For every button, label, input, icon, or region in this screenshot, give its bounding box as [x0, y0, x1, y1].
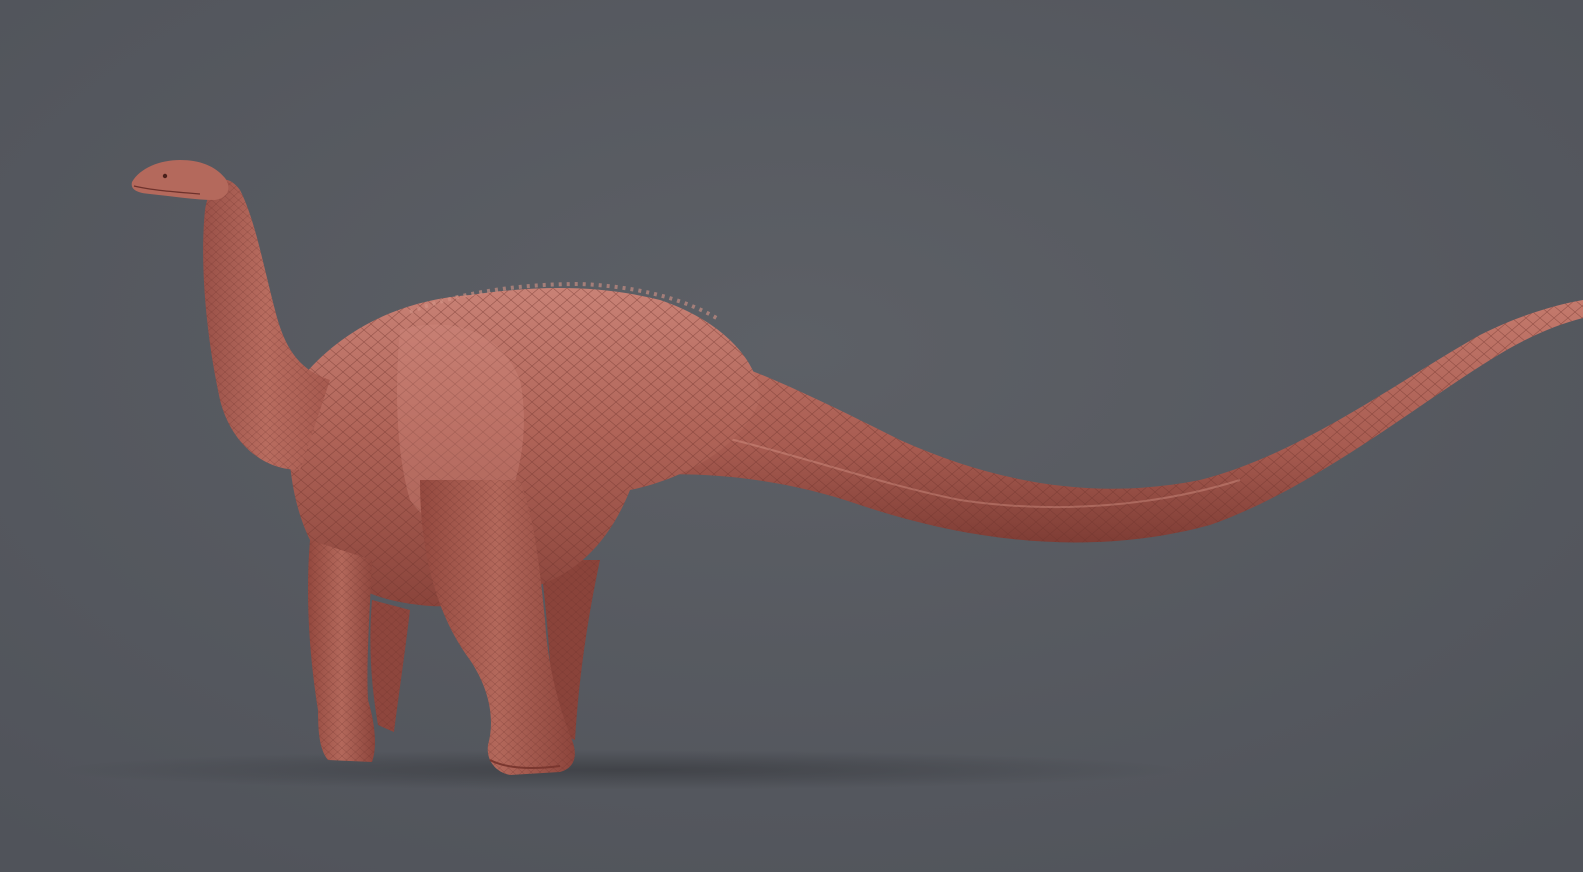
render-viewport	[0, 0, 1583, 872]
dinosaur-render	[60, 160, 1583, 790]
ground-shadow	[60, 750, 1180, 790]
dinosaur-neck	[203, 179, 330, 470]
far-front-leg	[370, 600, 410, 732]
near-front-leg	[307, 540, 375, 762]
dinosaur-head	[131, 160, 229, 200]
